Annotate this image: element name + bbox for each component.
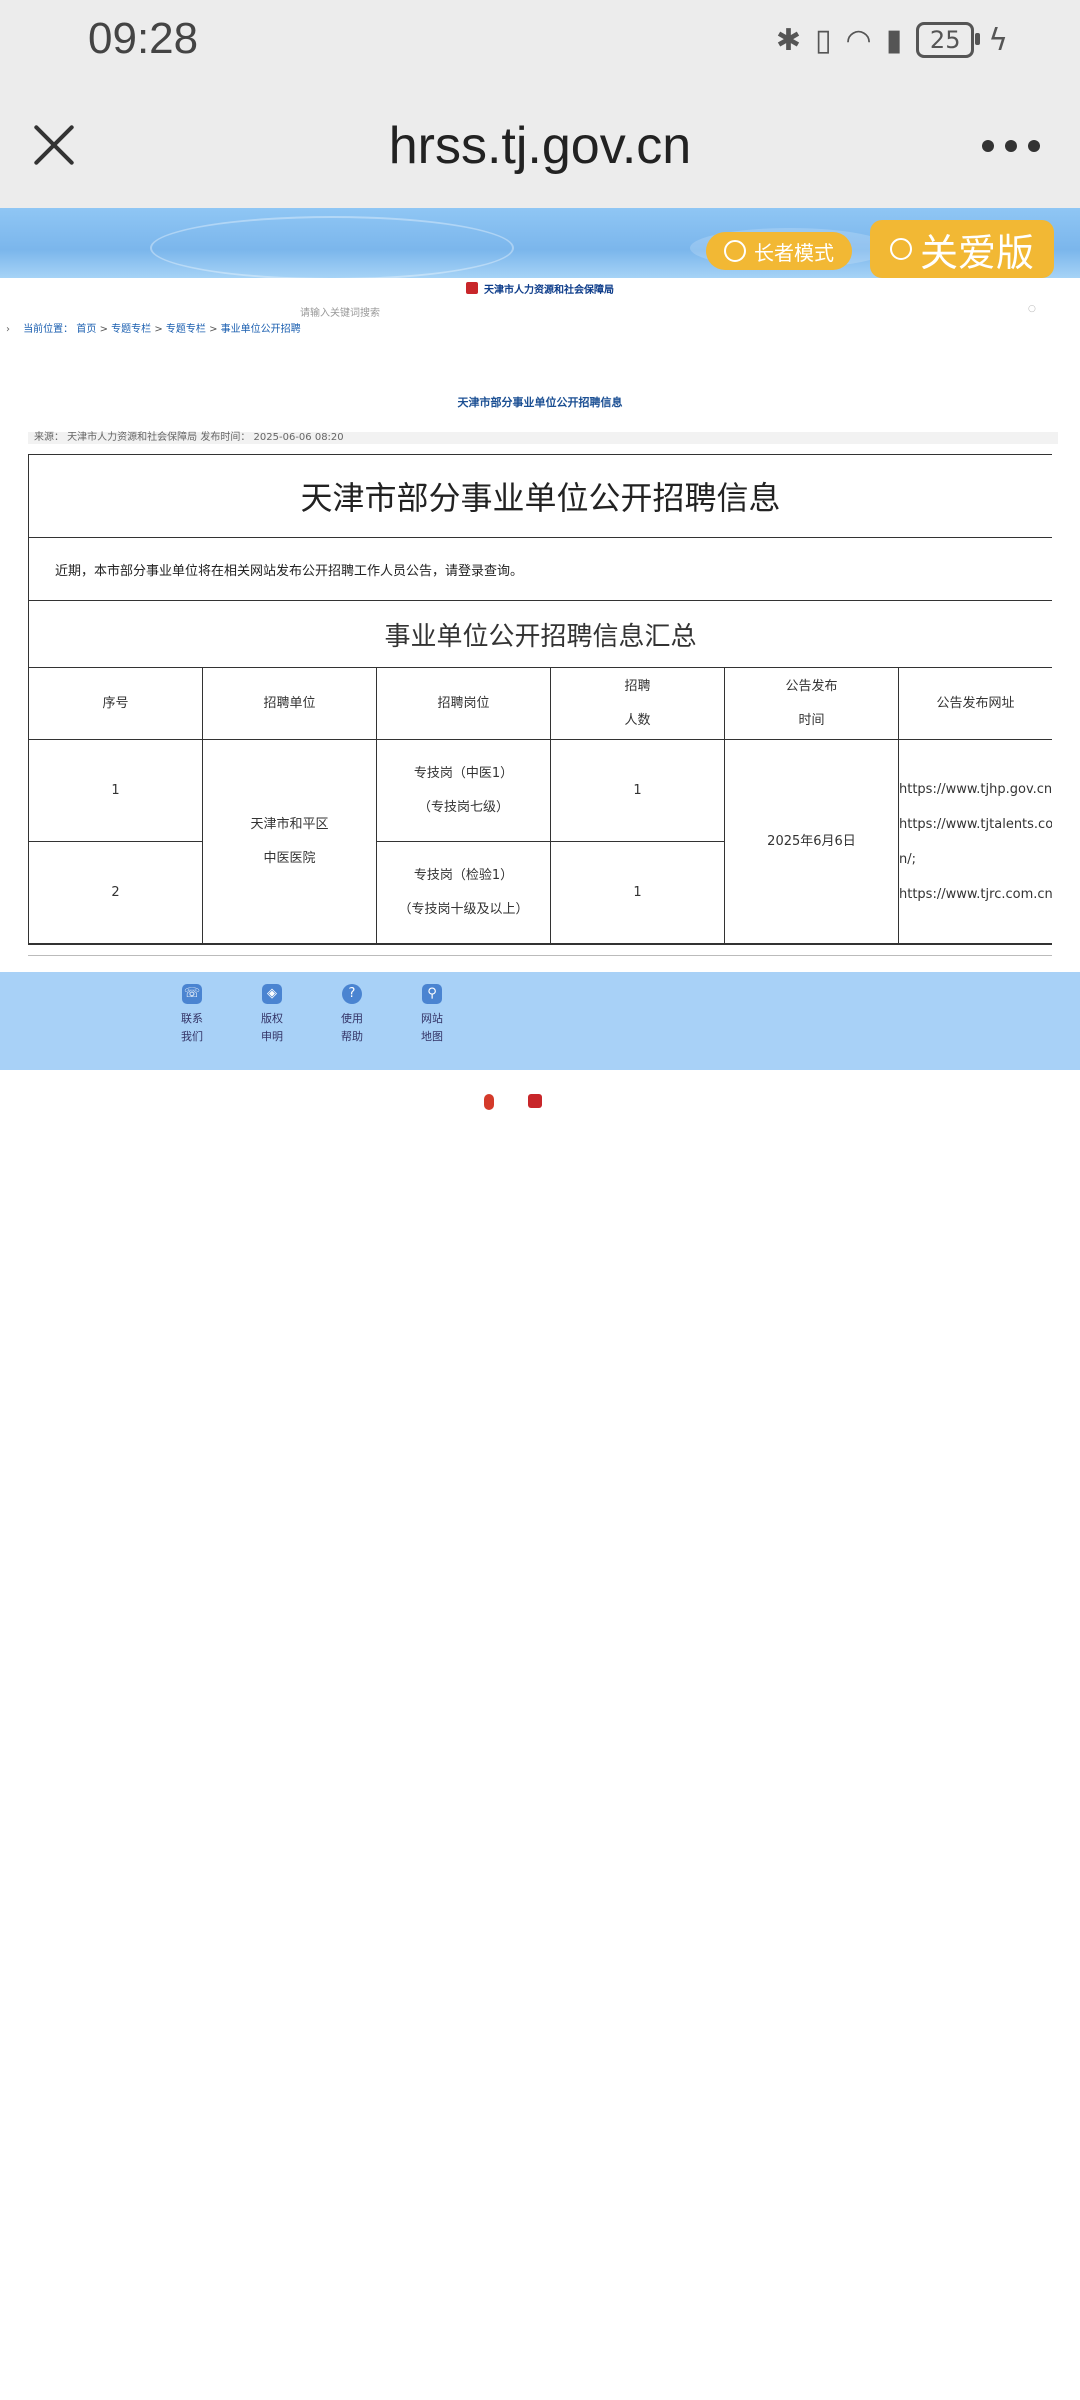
elder-icon xyxy=(724,240,746,262)
breadcrumb-separator: > xyxy=(209,324,218,335)
col-header: 招聘岗位 xyxy=(377,668,551,740)
gov-badge-icon[interactable] xyxy=(528,1094,542,1108)
vibrate-icon: ▯ xyxy=(814,22,832,58)
position-cell: 专技岗（检验1） （专技岗十级及以上） xyxy=(377,842,551,944)
footer-sitemap[interactable]: ⚲ 网站 地图 xyxy=(412,984,452,1046)
site-logo[interactable]: 天津市人力资源和社会保障局 xyxy=(0,278,1080,298)
elder-mode-label: 长者模式 xyxy=(754,240,834,265)
notice-text: 近期，本市部分事业单位将在相关网站发布公开招聘工作人员公告，请登录查询。 xyxy=(29,538,1052,601)
search-icon[interactable]: ○ xyxy=(1028,304,1036,314)
care-version-button[interactable]: 关爱版 xyxy=(870,220,1054,278)
col-header: 公告发布 时间 xyxy=(725,668,899,740)
divider xyxy=(28,955,1052,956)
article-content: 天津市部分事业单位公开招聘信息 近期，本市部分事业单位将在相关网站发布公开招聘工… xyxy=(28,454,1052,956)
row-number: 1 xyxy=(29,740,203,842)
bluetooth-icon: ✱ xyxy=(775,22,801,58)
breadcrumb-label: 当前位置： xyxy=(23,324,74,335)
row-number: 2 xyxy=(29,842,203,944)
browser-header: hrss.tj.gov.cn xyxy=(0,80,1080,208)
site-footer: ☏ 联系 我们 ◈ 版权 申明 ? 使用 帮助 ⚲ 网站 地图 xyxy=(0,972,1080,1070)
help-icon: ? xyxy=(342,984,362,1004)
breadcrumb-separator: > xyxy=(154,324,163,335)
search-input[interactable]: 请输入关键词搜索 xyxy=(300,304,380,319)
emblem-icon xyxy=(466,282,478,294)
article-title: 天津市部分事业单位公开招聘信息 xyxy=(457,396,623,409)
col-header: 招聘 人数 xyxy=(551,668,725,740)
care-version-label: 关爱版 xyxy=(919,230,1034,275)
more-menu-icon[interactable] xyxy=(982,140,1040,152)
breadcrumb: › 当前位置： 首页 > 专题专栏 > 专题专栏 > 事业单位公开招聘 xyxy=(6,320,301,335)
banner-decoration xyxy=(150,216,514,278)
footer-label: 版权 申明 xyxy=(261,1012,283,1043)
recruiting-unit: 天津市和平区 中医医院 xyxy=(203,740,377,944)
battery-icon: 25 xyxy=(916,22,981,58)
headcount-cell: 1 xyxy=(551,842,725,944)
breadcrumb-separator: > xyxy=(99,324,108,335)
breadcrumb-item[interactable]: 专题专栏 xyxy=(111,324,151,335)
footer-help[interactable]: ? 使用 帮助 xyxy=(332,984,372,1046)
position-cell: 专技岗（中医1） （专技岗七级） xyxy=(377,740,551,842)
footer-label: 网站 地图 xyxy=(421,1012,443,1043)
publish-date: 2025年6月6日 xyxy=(725,740,899,944)
summary-grid: 序号 招聘单位 招聘岗位 招聘 人数 公告发布 时间 公告发布网址 1 天津市和… xyxy=(29,668,1052,944)
col-header: 公告发布网址 xyxy=(899,668,1052,740)
status-icons: ✱ ▯ ◠ ▮ 25 ϟ xyxy=(776,18,1008,62)
breadcrumb-home[interactable]: 首页 xyxy=(76,324,96,335)
status-time: 09:28 xyxy=(88,14,199,63)
battery-level: 25 xyxy=(929,26,961,54)
footer-label: 联系 我们 xyxy=(181,1012,203,1043)
sitemap-icon: ⚲ xyxy=(422,984,442,1004)
person-icon xyxy=(889,238,912,260)
page-url: hrss.tj.gov.cn xyxy=(388,117,692,175)
phone-icon: ☏ xyxy=(182,984,202,1004)
footer-contact[interactable]: ☏ 联系 我们 xyxy=(172,984,212,1046)
signal-icon: ▮ xyxy=(885,22,903,58)
announcement-urls[interactable]: https://www.tjhp.gov.cn/; https://www.tj… xyxy=(899,740,1052,944)
footer-badges xyxy=(484,1094,542,1110)
content-heading: 天津市部分事业单位公开招聘信息 xyxy=(29,455,1052,538)
recruitment-table: 天津市部分事业单位公开招聘信息 近期，本市部分事业单位将在相关网站发布公开招聘工… xyxy=(28,454,1052,945)
party-badge-icon[interactable] xyxy=(484,1094,494,1110)
col-header: 招聘单位 xyxy=(203,668,377,740)
summary-title: 事业单位公开招聘信息汇总 xyxy=(29,601,1052,668)
logo-text: 天津市人力资源和社会保障局 xyxy=(484,284,614,296)
footer-label: 使用 帮助 xyxy=(341,1012,363,1043)
headcount-cell: 1 xyxy=(551,740,725,842)
wifi-icon: ◠ xyxy=(845,22,872,58)
col-header: 序号 xyxy=(29,668,203,740)
footer-copyright[interactable]: ◈ 版权 申明 xyxy=(252,984,292,1046)
breadcrumb-item[interactable]: 专题专栏 xyxy=(166,324,206,335)
elder-mode-button[interactable]: 长者模式 xyxy=(706,232,852,270)
status-bar: 09:28 ✱ ▯ ◠ ▮ 25 ϟ xyxy=(0,0,1080,80)
article-meta: 来源： 天津市人力资源和社会保障局 发布时间： 2025-06-06 08:20 xyxy=(28,432,1058,444)
shield-icon: ◈ xyxy=(262,984,282,1004)
breadcrumb-current[interactable]: 事业单位公开招聘 xyxy=(221,324,301,335)
bullet-icon: › xyxy=(6,324,10,335)
charging-icon: ϟ xyxy=(988,22,1008,58)
site-banner: 长者模式 关爱版 xyxy=(0,208,1080,278)
search-bar[interactable]: 请输入关键词搜索 ○ xyxy=(0,302,1080,320)
